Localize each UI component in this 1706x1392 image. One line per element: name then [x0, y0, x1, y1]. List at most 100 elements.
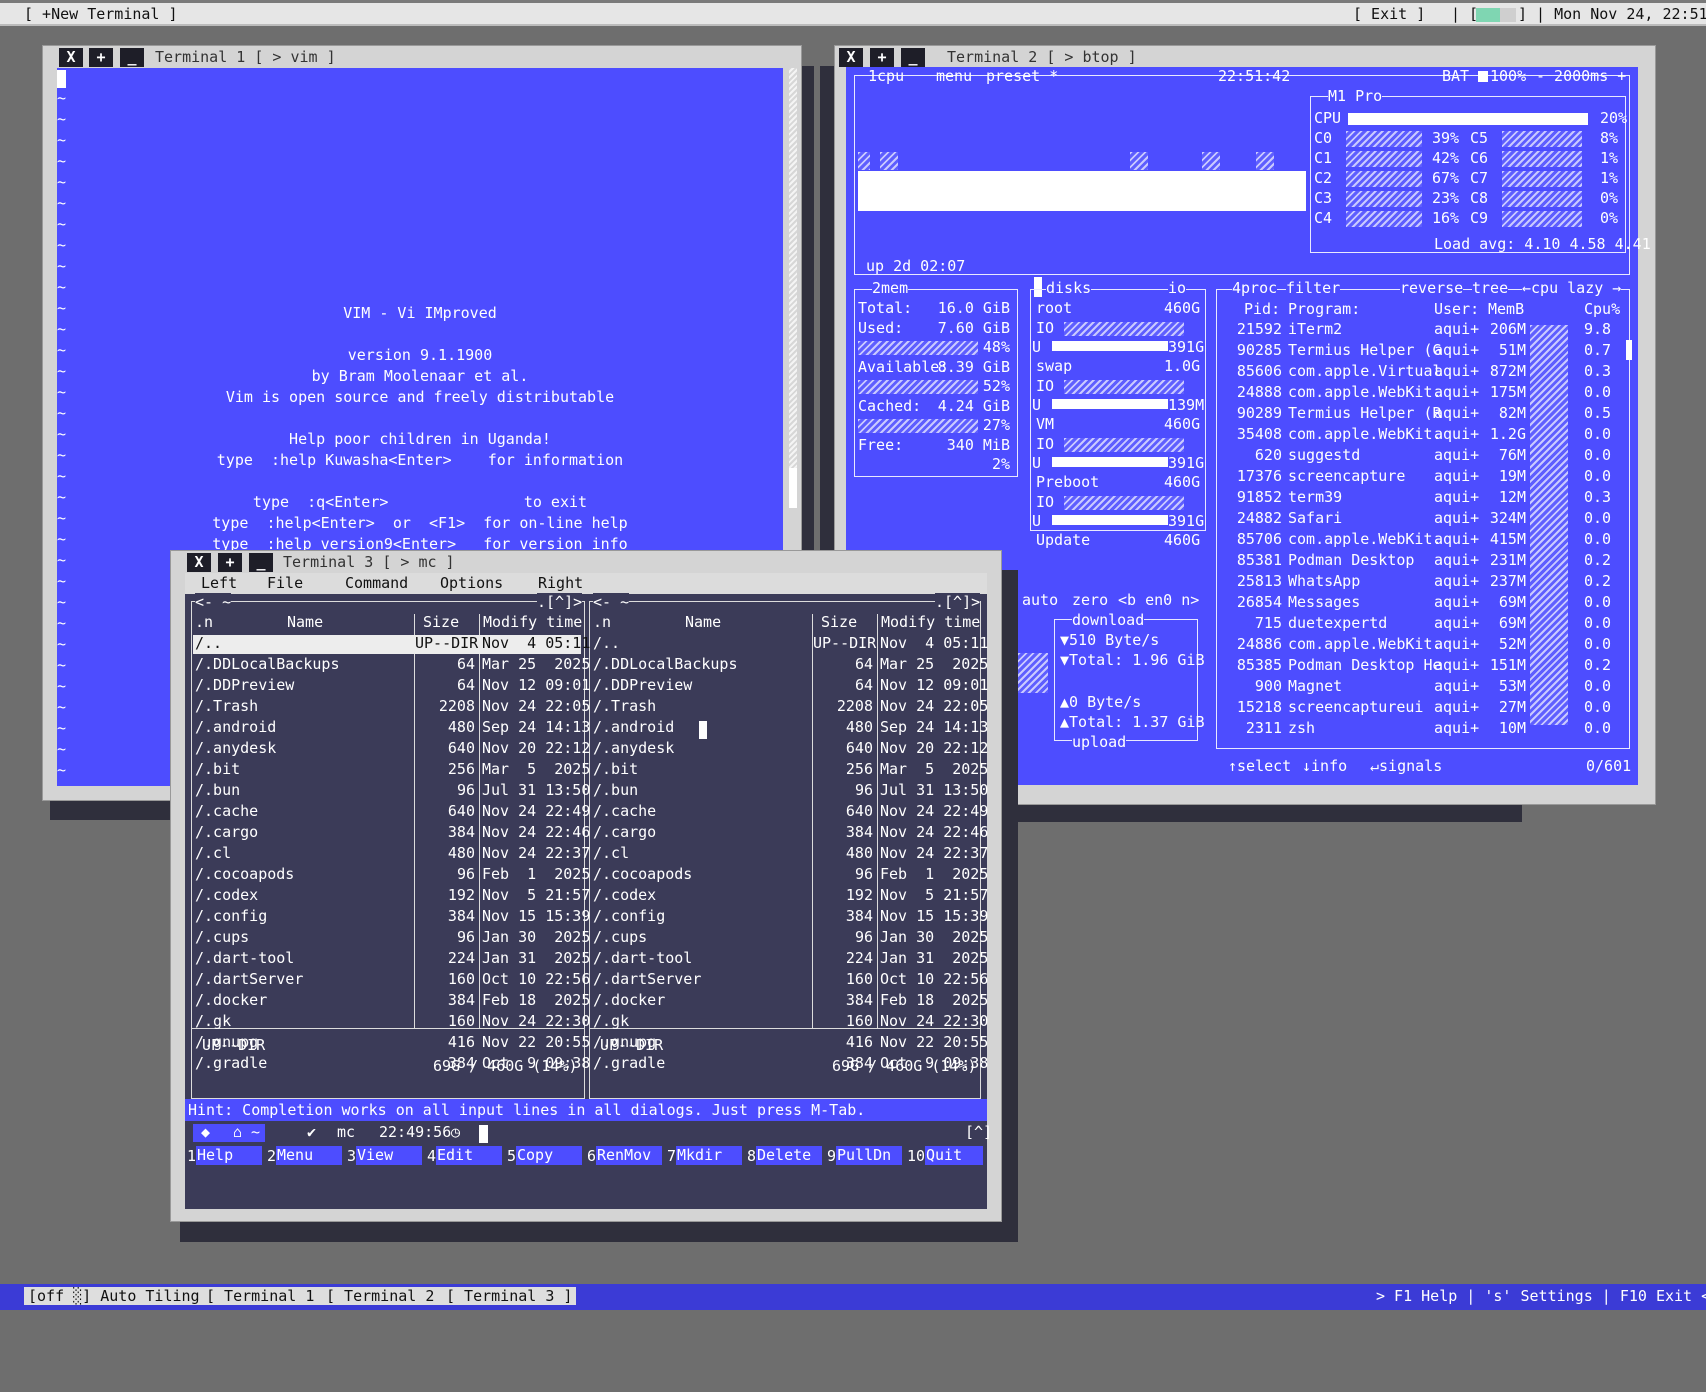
proc-name[interactable]: Magnet [1288, 677, 1342, 695]
new-terminal-button[interactable]: [ +New Terminal ] [24, 5, 178, 23]
proc-mem[interactable]: 76M [1482, 446, 1526, 464]
terminal-3-window[interactable]: X + _ Terminal 3 [ > mc ] Left File Comman… [170, 550, 1002, 1222]
add-button[interactable]: + [218, 553, 242, 572]
io-toggle[interactable]: io [1168, 279, 1187, 297]
proc-user[interactable]: aqui+ [1434, 656, 1479, 674]
menu-item-file[interactable]: File [267, 574, 303, 592]
net-zero[interactable]: zero [1072, 591, 1108, 609]
proc-info[interactable]: ↓info [1302, 757, 1348, 775]
menu-item-command[interactable]: Command [345, 574, 408, 592]
file-name[interactable]: /.cl [195, 844, 231, 862]
left-panel-path[interactable]: <- ~ [195, 593, 232, 611]
left-panel-controls[interactable]: .[^]> [537, 593, 583, 611]
file-name[interactable]: /.DDLocalBackups [593, 655, 738, 673]
proc-pid[interactable]: 2311 [1232, 719, 1282, 737]
proc-name[interactable]: Messages [1288, 593, 1360, 611]
menu-tab[interactable]: menu [936, 67, 972, 85]
file-name[interactable]: /.android [195, 718, 276, 736]
file-name[interactable]: /.config [195, 907, 267, 925]
proc-user[interactable]: aqui+ [1434, 320, 1479, 338]
left-col-mtime[interactable]: Modify time [483, 613, 582, 631]
right-col-size[interactable]: Size [821, 613, 857, 631]
proc-user[interactable]: aqui+ [1434, 341, 1479, 359]
file-name[interactable]: /.DDPreview [593, 676, 692, 694]
proc-cpu[interactable]: 0.3 [1584, 488, 1611, 506]
col-cpu[interactable]: Cpu% [1584, 300, 1620, 318]
preset-tab[interactable]: preset * [986, 67, 1058, 85]
fkey-delete[interactable]: 8 Delete [745, 1145, 825, 1167]
proc-pid[interactable]: 26854 [1232, 593, 1282, 611]
file-name[interactable]: /.cargo [593, 823, 656, 841]
fkey-help[interactable]: 1 Help [185, 1145, 265, 1167]
proc-name[interactable]: suggestd [1288, 446, 1360, 464]
proc-sort[interactable]: ←cpu lazy → [1522, 279, 1622, 297]
proc-cpu[interactable]: 9.8 [1584, 320, 1611, 338]
right-col-n[interactable]: .n [593, 613, 611, 631]
proc-user[interactable]: aqui+ [1434, 467, 1479, 485]
proc-pid[interactable]: 85706 [1232, 530, 1282, 548]
fkey-pulldn[interactable]: 9 PullDn [825, 1145, 905, 1167]
fkey-copy[interactable]: 5 Copy [505, 1145, 585, 1167]
proc-cpu[interactable]: 0.0 [1584, 467, 1611, 485]
proc-user[interactable]: aqui+ [1434, 698, 1479, 716]
auto-tiling-toggle[interactable]: [off ░] Auto Tiling [24, 1287, 204, 1305]
proc-pid[interactable]: 17376 [1232, 467, 1282, 485]
prompt-line[interactable] [185, 1122, 987, 1144]
proc-cpu[interactable]: 0.3 [1584, 362, 1611, 380]
proc-cpu[interactable]: 0.0 [1584, 614, 1611, 632]
proc-user[interactable]: aqui+ [1434, 446, 1479, 464]
proc-user[interactable]: aqui+ [1434, 614, 1479, 632]
proc-cpu[interactable]: 0.2 [1584, 656, 1611, 674]
fkey-view[interactable]: 3 View [345, 1145, 425, 1167]
file-name[interactable]: /.cups [593, 928, 647, 946]
right-panel-path[interactable]: <- ~ [593, 593, 630, 611]
file-name[interactable]: /.gk [593, 1012, 629, 1030]
function-key-bar[interactable]: 1 Help 2 Menu 3 View 4 Edit 5 Copy 6 RenMov 7 Mkdir 8 D… [185, 1145, 987, 1167]
proc-mem[interactable]: 19M [1482, 467, 1526, 485]
proc-pid[interactable]: 15218 [1232, 698, 1282, 716]
proc-name[interactable]: term39 [1288, 488, 1342, 506]
proc-name[interactable]: com.apple.WebKit. [1288, 425, 1442, 443]
proc-mem[interactable]: 52M [1482, 635, 1526, 653]
proc-mem[interactable]: 10M [1482, 719, 1526, 737]
mc-screen[interactable]: Left File Command Options Right UP--DIR UP--… [185, 573, 992, 1209]
file-name[interactable]: /.cargo [195, 823, 258, 841]
proc-user[interactable]: aqui+ [1434, 572, 1479, 590]
proc-mem[interactable]: 69M [1482, 593, 1526, 611]
file-name[interactable]: /.cocoapods [195, 865, 294, 883]
fkey-quit[interactable]: 10 Quit [905, 1145, 985, 1167]
proc-user[interactable]: aqui+ [1434, 362, 1479, 380]
proc-mem[interactable]: 27M [1482, 698, 1526, 716]
proc-pid[interactable]: 24886 [1232, 635, 1282, 653]
file-name[interactable]: /.codex [195, 886, 258, 904]
file-name[interactable]: /.gradle [195, 1054, 267, 1072]
col-pid[interactable]: Pid: [1244, 300, 1280, 318]
interval-control[interactable]: - 2000ms + [1536, 67, 1626, 85]
file-name[interactable]: /.dart-tool [195, 949, 294, 967]
close-button[interactable]: X [187, 553, 211, 572]
file-name[interactable]: /.dart-tool [593, 949, 692, 967]
col-mem[interactable]: MemB [1488, 300, 1524, 318]
proc-select[interactable]: ↑select [1228, 757, 1292, 775]
proc-pid[interactable]: 715 [1232, 614, 1282, 632]
prompt-bracket[interactable]: [^] [965, 1123, 992, 1141]
scrollbar-thumb[interactable] [789, 468, 797, 508]
add-button[interactable]: + [89, 48, 113, 67]
proc-user[interactable]: aqui+ [1434, 383, 1479, 401]
file-name[interactable]: /.bun [195, 781, 240, 799]
proc-mem[interactable]: 231M [1482, 551, 1526, 569]
proc-scrollbar[interactable] [1626, 340, 1632, 360]
file-name[interactable]: /.anydesk [593, 739, 674, 757]
tab-terminal-3[interactable]: [ Terminal 3 ] [442, 1287, 577, 1305]
file-name[interactable]: /.docker [593, 991, 665, 1009]
proc-name[interactable]: Termius Helper (R [1288, 404, 1442, 422]
proc-name[interactable]: iTerm2 [1288, 320, 1342, 338]
proc-user[interactable]: aqui+ [1434, 593, 1479, 611]
left-col-n[interactable]: .n [195, 613, 213, 631]
proc-name[interactable]: screencaptureui [1288, 698, 1423, 716]
file-name[interactable]: /.. [593, 634, 620, 652]
proc-mem[interactable]: 175M [1482, 383, 1526, 401]
file-name[interactable]: /.anydesk [195, 739, 276, 757]
file-name[interactable]: /.cl [593, 844, 629, 862]
proc-user[interactable]: aqui+ [1434, 635, 1479, 653]
